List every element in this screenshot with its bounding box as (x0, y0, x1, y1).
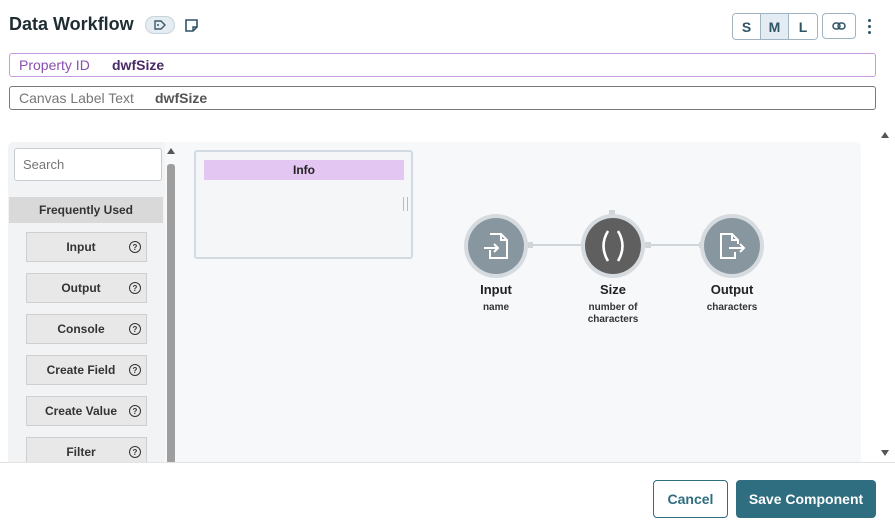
cancel-button[interactable]: Cancel (653, 480, 728, 518)
node-input[interactable] (464, 214, 528, 278)
save-component-button[interactable]: Save Component (736, 480, 876, 518)
size-large-button[interactable]: L (789, 14, 817, 39)
node-input-subtitle: name (482, 302, 510, 313)
node-output-subtitle: characters (706, 302, 758, 313)
link-button[interactable] (822, 13, 856, 39)
info-panel[interactable]: Info (194, 150, 413, 259)
file-export-icon (720, 233, 746, 259)
resize-handle[interactable] (403, 197, 408, 211)
palette-search-input[interactable] (14, 148, 162, 181)
tag-button[interactable] (145, 16, 175, 34)
node-input-title: Input (480, 282, 512, 297)
palette-scroll-thumb[interactable] (167, 164, 175, 462)
info-panel-title: Info (204, 160, 404, 180)
palette-item-label: Create Field (46, 363, 116, 377)
output-port[interactable] (645, 242, 651, 248)
size-medium-button[interactable]: M (761, 14, 789, 39)
palette-item-create-field[interactable]: Create Field ? (26, 355, 147, 385)
node-output-title: Output (710, 282, 754, 297)
scroll-down-icon[interactable] (881, 450, 889, 456)
node-palette: Frequently Used Input ? Output ? Console… (8, 142, 165, 462)
node-size[interactable] (581, 214, 645, 278)
canvas-label-value: dwfSize (155, 90, 208, 106)
property-id-field[interactable]: Property ID dwfSize (9, 53, 876, 77)
page-title: Data Workflow (9, 14, 134, 34)
palette-scrollbar[interactable] (166, 146, 176, 462)
node-output[interactable] (700, 214, 764, 278)
palette-item-input[interactable]: Input ? (26, 232, 147, 262)
tag-icon (154, 20, 166, 30)
help-icon[interactable]: ? (129, 241, 141, 253)
more-options-button[interactable] (862, 14, 876, 38)
palette-item-create-value[interactable]: Create Value ? (26, 396, 147, 426)
property-id-label: Property ID (19, 57, 90, 73)
canvas-scrollbar[interactable] (878, 130, 892, 460)
palette-item-label: Output (61, 281, 101, 295)
palette-item-output[interactable]: Output ? (26, 273, 147, 303)
help-icon[interactable]: ? (129, 323, 141, 335)
help-icon[interactable]: ? (129, 446, 141, 458)
file-import-icon (484, 233, 508, 259)
more-vertical-icon (867, 18, 871, 22)
palette-item-label: Input (66, 240, 96, 254)
palette-section-frequently-used[interactable]: Frequently Used (9, 197, 163, 223)
node-size-title: Size (599, 282, 626, 297)
palette-item-console[interactable]: Console ? (26, 314, 147, 344)
canvas-label-label: Canvas Label Text (19, 90, 134, 106)
note-icon (184, 18, 198, 32)
palette-item-label: Console (57, 322, 105, 336)
property-id-value: dwfSize (112, 57, 165, 73)
size-toggle-group: S M L (732, 13, 818, 40)
size-small-button[interactable]: S (733, 14, 761, 39)
canvas-label-field[interactable]: Canvas Label Text dwfSize (9, 86, 876, 110)
palette-item-label: Create Value (44, 404, 118, 418)
help-icon[interactable]: ? (129, 405, 141, 417)
help-icon[interactable]: ? (129, 282, 141, 294)
scroll-up-icon[interactable] (881, 132, 889, 138)
palette-item-label: Filter (66, 445, 96, 459)
note-button[interactable] (183, 17, 199, 33)
connector-size-output (646, 244, 702, 246)
palette-item-filter[interactable]: Filter ? (26, 437, 147, 462)
workflow-canvas[interactable]: Frequently Used Input ? Output ? Console… (8, 142, 861, 462)
connector-input-size (528, 244, 583, 246)
parentheses-icon (602, 230, 624, 262)
node-size-subtitle: number of characters (587, 302, 639, 325)
help-icon[interactable]: ? (129, 364, 141, 376)
scroll-up-icon[interactable] (167, 148, 175, 154)
link-icon (832, 22, 846, 30)
